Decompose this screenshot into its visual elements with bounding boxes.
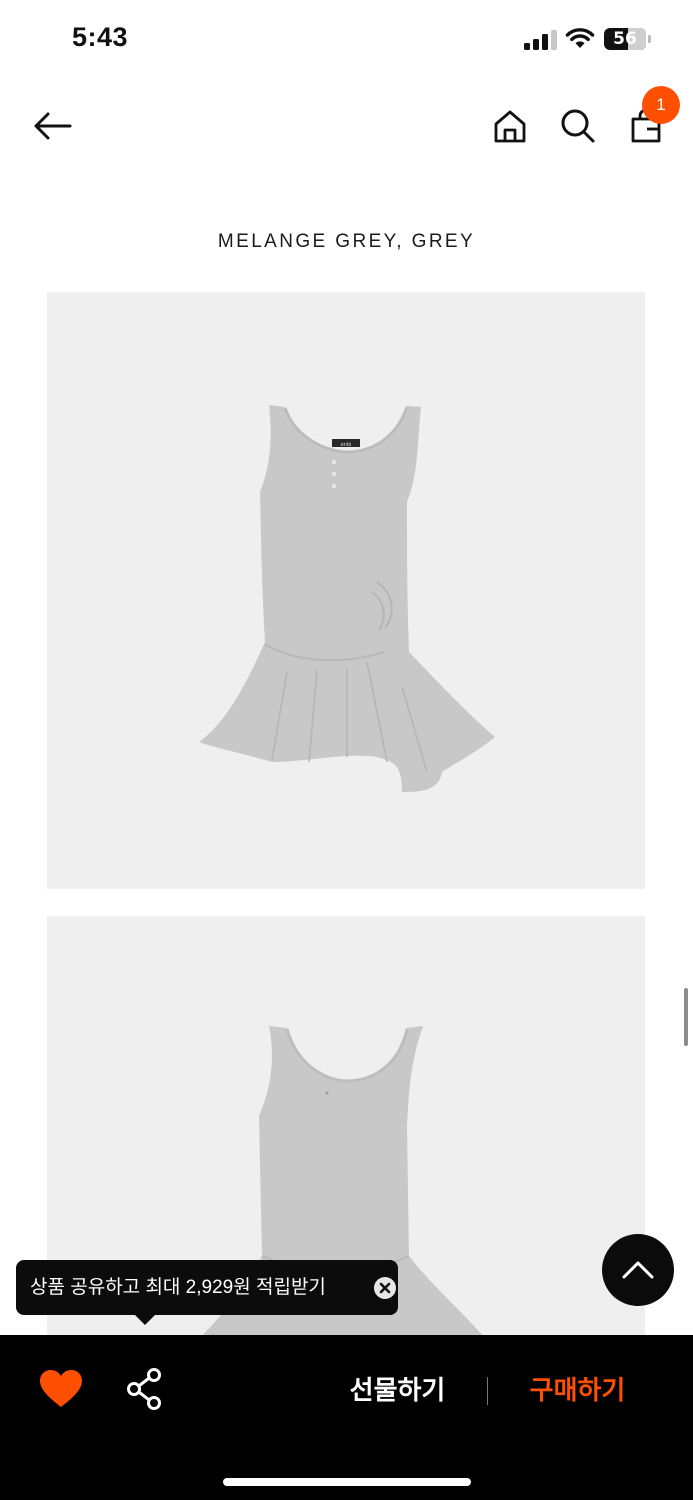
cart-count-badge: 1 bbox=[642, 86, 680, 124]
heart-icon bbox=[40, 1370, 82, 1407]
buy-button[interactable]: 구매하기 bbox=[510, 1365, 645, 1415]
product-color-title: MELANGE GREY, GREY bbox=[217, 231, 476, 252]
home-icon bbox=[494, 110, 526, 143]
close-icon[interactable] bbox=[373, 1276, 397, 1300]
battery-level: 56 bbox=[613, 29, 637, 49]
wifi-icon bbox=[565, 28, 595, 48]
share-icon bbox=[127, 1368, 161, 1410]
divider bbox=[487, 1377, 488, 1405]
tooltip-arrow bbox=[134, 1314, 156, 1325]
chevron-up-icon bbox=[622, 1261, 654, 1279]
search-button[interactable] bbox=[556, 102, 600, 150]
back-button[interactable] bbox=[28, 102, 76, 150]
home-button[interactable] bbox=[488, 102, 532, 150]
dress-front-illustration: enbi bbox=[199, 405, 495, 792]
share-button[interactable] bbox=[124, 1367, 166, 1411]
product-image-front[interactable]: enbi bbox=[47, 292, 645, 889]
search-icon bbox=[561, 109, 595, 143]
home-indicator bbox=[223, 1478, 471, 1486]
bottom-action-bar: 선물하기 구매하기 bbox=[0, 1335, 693, 1500]
share-reward-text: 상품 공유하고 최대 2,929원 적립받기 bbox=[30, 1277, 326, 1298]
signal-icon bbox=[524, 30, 557, 50]
like-button[interactable] bbox=[38, 1369, 84, 1409]
share-reward-tooltip: 상품 공유하고 최대 2,929원 적립받기 bbox=[16, 1260, 398, 1315]
back-arrow-icon bbox=[34, 112, 72, 140]
battery-icon: 56 bbox=[604, 28, 651, 50]
dress-label-text: enbi bbox=[341, 442, 352, 448]
nav-header bbox=[0, 78, 693, 178]
gift-button[interactable]: 선물하기 bbox=[330, 1365, 465, 1415]
status-time: 5:43 bbox=[72, 22, 129, 52]
scroll-indicator[interactable] bbox=[684, 988, 688, 1046]
scroll-to-top-button[interactable] bbox=[602, 1234, 674, 1306]
status-bar: 5:43 56 bbox=[0, 0, 693, 78]
